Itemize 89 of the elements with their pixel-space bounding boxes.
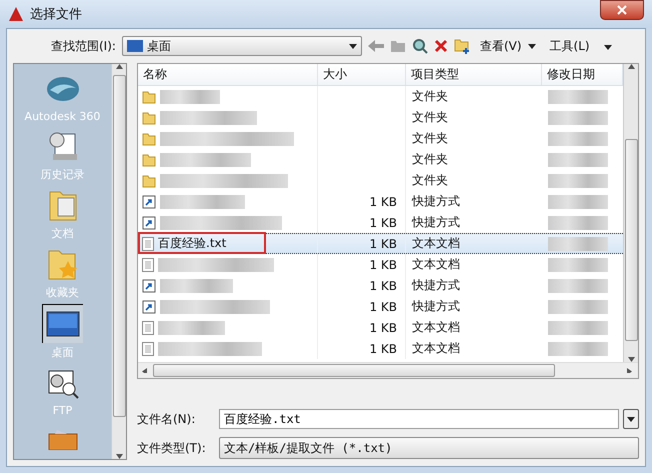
- horizontal-scrollbar[interactable]: [138, 362, 638, 378]
- blurred-date: [548, 132, 608, 146]
- up-folder-icon[interactable]: [390, 39, 406, 53]
- shortcut-icon: [142, 194, 156, 208]
- file-type: 快捷方式: [412, 277, 460, 294]
- file-name: 百度经验.txt: [158, 235, 226, 252]
- caret-icon: [627, 416, 635, 422]
- file-name-field[interactable]: 百度经验.txt: [219, 409, 619, 429]
- folder-icon: [142, 110, 156, 124]
- new-folder-icon[interactable]: [454, 38, 470, 54]
- file-type: 文件夹: [412, 130, 448, 147]
- scroll-down-icon: [116, 454, 122, 459]
- file-type: 文件夹: [412, 151, 448, 168]
- column-header[interactable]: 名称: [138, 64, 318, 85]
- window-title: 选择文件: [30, 6, 82, 23]
- scroll-right-icon: [627, 368, 634, 373]
- file-size: 1 KB: [369, 258, 397, 272]
- file-size: 1 KB: [369, 194, 397, 208]
- folder-icon: [142, 132, 156, 146]
- file-size: 1 KB: [369, 216, 397, 230]
- monitor-icon: [126, 40, 143, 52]
- file-type: 快捷方式: [412, 214, 460, 231]
- file-type-label: 文件类型(T):: [137, 440, 207, 456]
- blurred-date: [548, 216, 608, 230]
- back-arrow-icon[interactable]: [368, 39, 384, 53]
- column-header[interactable]: 大小: [318, 64, 406, 85]
- file-type: 快捷方式: [412, 298, 460, 315]
- shortcut-icon: [142, 278, 156, 292]
- column-header[interactable]: 项目类型: [406, 64, 542, 85]
- tools-caret-icon: [604, 45, 612, 50]
- file-size: 1 KB: [369, 278, 397, 292]
- blurred-date: [548, 342, 608, 356]
- blurred-date: [548, 152, 608, 166]
- blurred-date: [548, 320, 608, 334]
- file-type: 文本文档: [412, 256, 460, 273]
- file-type: 文件夹: [412, 88, 448, 105]
- file-type: 文本文档: [412, 340, 460, 357]
- blurred-date: [548, 174, 608, 188]
- close-icon: [617, 5, 627, 15]
- text-file-icon: [142, 236, 154, 250]
- monitor-icon: [46, 311, 80, 337]
- scroll-left-icon: [142, 368, 149, 373]
- scroll-up-icon: [116, 64, 122, 69]
- file-row[interactable]: 百度经验.txt 1 KB 文本文档: [138, 233, 623, 254]
- look-in-label: 查找范围(I):: [51, 38, 116, 54]
- file-size: 1 KB: [369, 300, 397, 314]
- tools-menu[interactable]: 工具(L): [550, 38, 590, 54]
- clock-document-icon: [46, 130, 78, 162]
- file-type: 文件夹: [412, 172, 448, 189]
- swirl-logo-icon: [46, 76, 80, 102]
- folder-icon: [142, 152, 156, 166]
- blurred-date: [548, 278, 608, 292]
- file-type: 文本文档: [412, 319, 460, 336]
- sidebar-scrollbar[interactable]: [111, 64, 126, 459]
- open-folder-icon: [46, 430, 78, 450]
- text-file-icon: [142, 342, 154, 356]
- blurred-date: [548, 110, 608, 124]
- blurred-date: [548, 300, 608, 314]
- folder-icon: [142, 174, 156, 188]
- scroll-up-icon: [628, 64, 634, 69]
- file-type: 文本文档: [412, 235, 460, 252]
- file-type: 文件夹: [412, 109, 448, 126]
- view-menu[interactable]: 查看(V): [480, 38, 522, 54]
- caret-icon: [348, 44, 357, 48]
- delete-icon[interactable]: [434, 39, 448, 53]
- view-caret-icon: [528, 44, 536, 48]
- file-type: 快捷方式: [412, 193, 460, 210]
- blurred-name: [160, 90, 220, 104]
- file-size: 1 KB: [369, 342, 397, 356]
- blurred-date: [548, 90, 608, 104]
- shortcut-icon: [142, 216, 156, 230]
- file-size: 1 KB: [369, 236, 397, 250]
- list-scrollbar[interactable]: [623, 64, 638, 362]
- app-logo-icon: [8, 6, 24, 22]
- blurred-date: [548, 258, 608, 272]
- file-name-label: 文件名(N):: [137, 410, 196, 428]
- look-in-dropdown[interactable]: 桌面: [122, 36, 362, 56]
- close-button[interactable]: [600, 0, 644, 20]
- file-size: 1 KB: [369, 320, 397, 334]
- blurred-date: [548, 236, 608, 250]
- text-file-icon: [142, 258, 154, 272]
- file-type-dropdown[interactable]: 文本/样板/提取文件 (*.txt): [219, 437, 639, 459]
- history-dropdown-button[interactable]: [623, 409, 639, 429]
- blurred-name: [158, 320, 225, 334]
- text-file-icon: [142, 320, 154, 334]
- folder-icon: [142, 90, 156, 104]
- blurred-date: [548, 194, 608, 208]
- search-icon[interactable]: [412, 38, 428, 54]
- shortcut-icon: [142, 300, 156, 314]
